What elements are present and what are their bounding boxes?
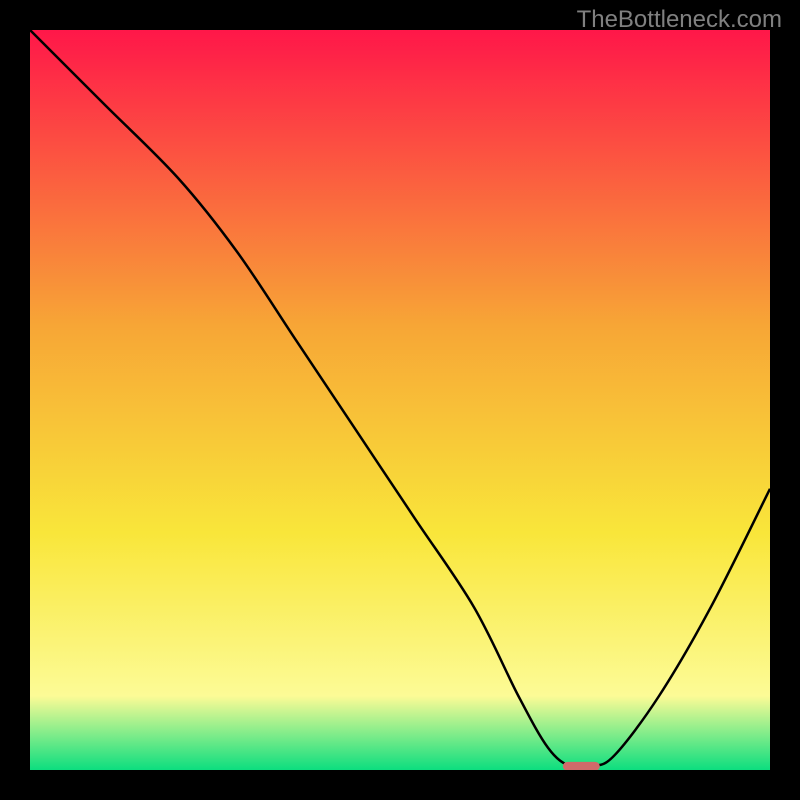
optimal-marker <box>563 762 600 770</box>
watermark-text: TheBottleneck.com <box>577 6 782 34</box>
chart-svg <box>30 30 770 770</box>
